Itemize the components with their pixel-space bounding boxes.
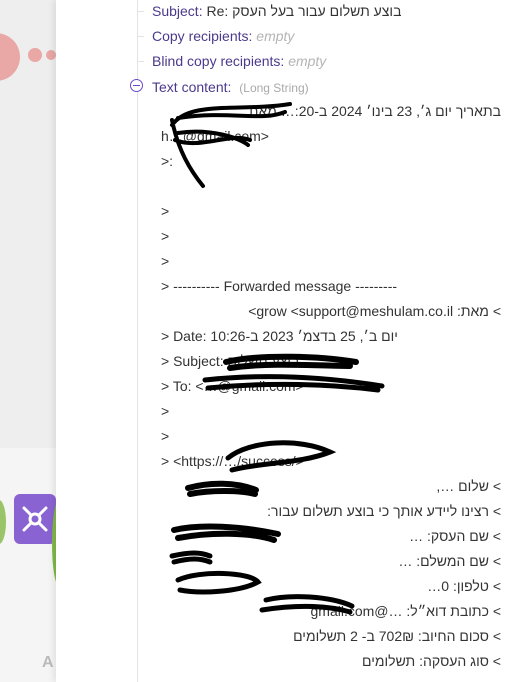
copy-recipients-value: empty bbox=[256, 28, 295, 44]
blind-copy-row: Blind copy recipients: empty bbox=[152, 51, 326, 71]
red-dot bbox=[46, 50, 56, 60]
faded-label: A bbox=[42, 654, 54, 671]
content-line: > כתובת דוא״ל: …@gmail.com bbox=[310, 603, 502, 619]
wrench-screwdriver-icon bbox=[22, 506, 48, 532]
blind-copy-value: empty bbox=[288, 53, 327, 69]
content-line bbox=[161, 174, 501, 198]
content-line: h…@gmail.com> bbox=[161, 128, 269, 144]
collapse-minus-icon[interactable] bbox=[130, 79, 143, 92]
tree-tick bbox=[137, 36, 144, 37]
content-line: > ---------- Forwarded message --------- bbox=[161, 278, 398, 294]
copy-recipients-row: Copy recipients: empty bbox=[152, 26, 294, 46]
background-app: A bbox=[0, 0, 62, 682]
content-line: > שם העסק: … bbox=[409, 528, 501, 544]
tree-guide-line bbox=[137, 0, 138, 682]
subject-row: Subject: Re: בוצע תשלום עבור בעל העסק bbox=[152, 1, 401, 21]
subject-label: Subject: bbox=[152, 3, 203, 19]
subject-value[interactable]: Re: בוצע תשלום עבור בעל העסק bbox=[206, 3, 401, 19]
red-node-shape bbox=[0, 33, 20, 81]
content-line: > סכום החיוב: 702₪ ב- 2 תשלומים bbox=[293, 628, 501, 644]
content-line: > שלום …, bbox=[436, 478, 501, 494]
blind-copy-label: Blind copy recipients: bbox=[152, 53, 285, 69]
content-line: > bbox=[161, 228, 170, 244]
tree-tick bbox=[137, 11, 144, 12]
content-line: > סוג העסקה: תשלומים bbox=[362, 653, 501, 669]
text-content-label: Text content: bbox=[152, 79, 232, 95]
content-line: > רצינו ליידע אותך כי בוצע תשלום עבור: bbox=[267, 503, 501, 519]
content-line: > bbox=[161, 253, 170, 269]
bundle-inspector-panel: Subject: Re: בוצע תשלום עבור בעל העסק Co… bbox=[56, 0, 527, 682]
red-dot bbox=[28, 48, 42, 62]
copy-recipients-label: Copy recipients: bbox=[152, 28, 253, 44]
content-line: > שם המשלם: … bbox=[398, 553, 501, 569]
content-line: > bbox=[161, 428, 170, 444]
content-line: > מאת: grow <support@meshulam.co.il> bbox=[248, 303, 501, 319]
text-content-row[interactable]: Text content: (Long String) bbox=[152, 77, 309, 97]
tree-tick bbox=[137, 61, 144, 62]
content-line: >: bbox=[161, 153, 174, 169]
content-line: > Date: יום ב׳, 25 בדצמ׳ 2023 ב-10:26 bbox=[161, 328, 398, 344]
content-line: > To: <…@gmail.com> bbox=[161, 378, 304, 394]
content-line: > bbox=[161, 203, 170, 219]
content-line: > Subject: בוצע תשלום … bbox=[161, 353, 318, 369]
content-line: > טלפון: 0… bbox=[427, 578, 501, 594]
tools-icon[interactable] bbox=[14, 494, 56, 544]
content-line: > bbox=[161, 403, 170, 419]
content-line: > <https://…/success/> bbox=[161, 453, 304, 469]
content-line: בתאריך יום ג׳, 23 בינו׳ 2024 ב-20:… מאת … bbox=[230, 103, 501, 119]
type-tag: (Long String) bbox=[239, 81, 309, 95]
